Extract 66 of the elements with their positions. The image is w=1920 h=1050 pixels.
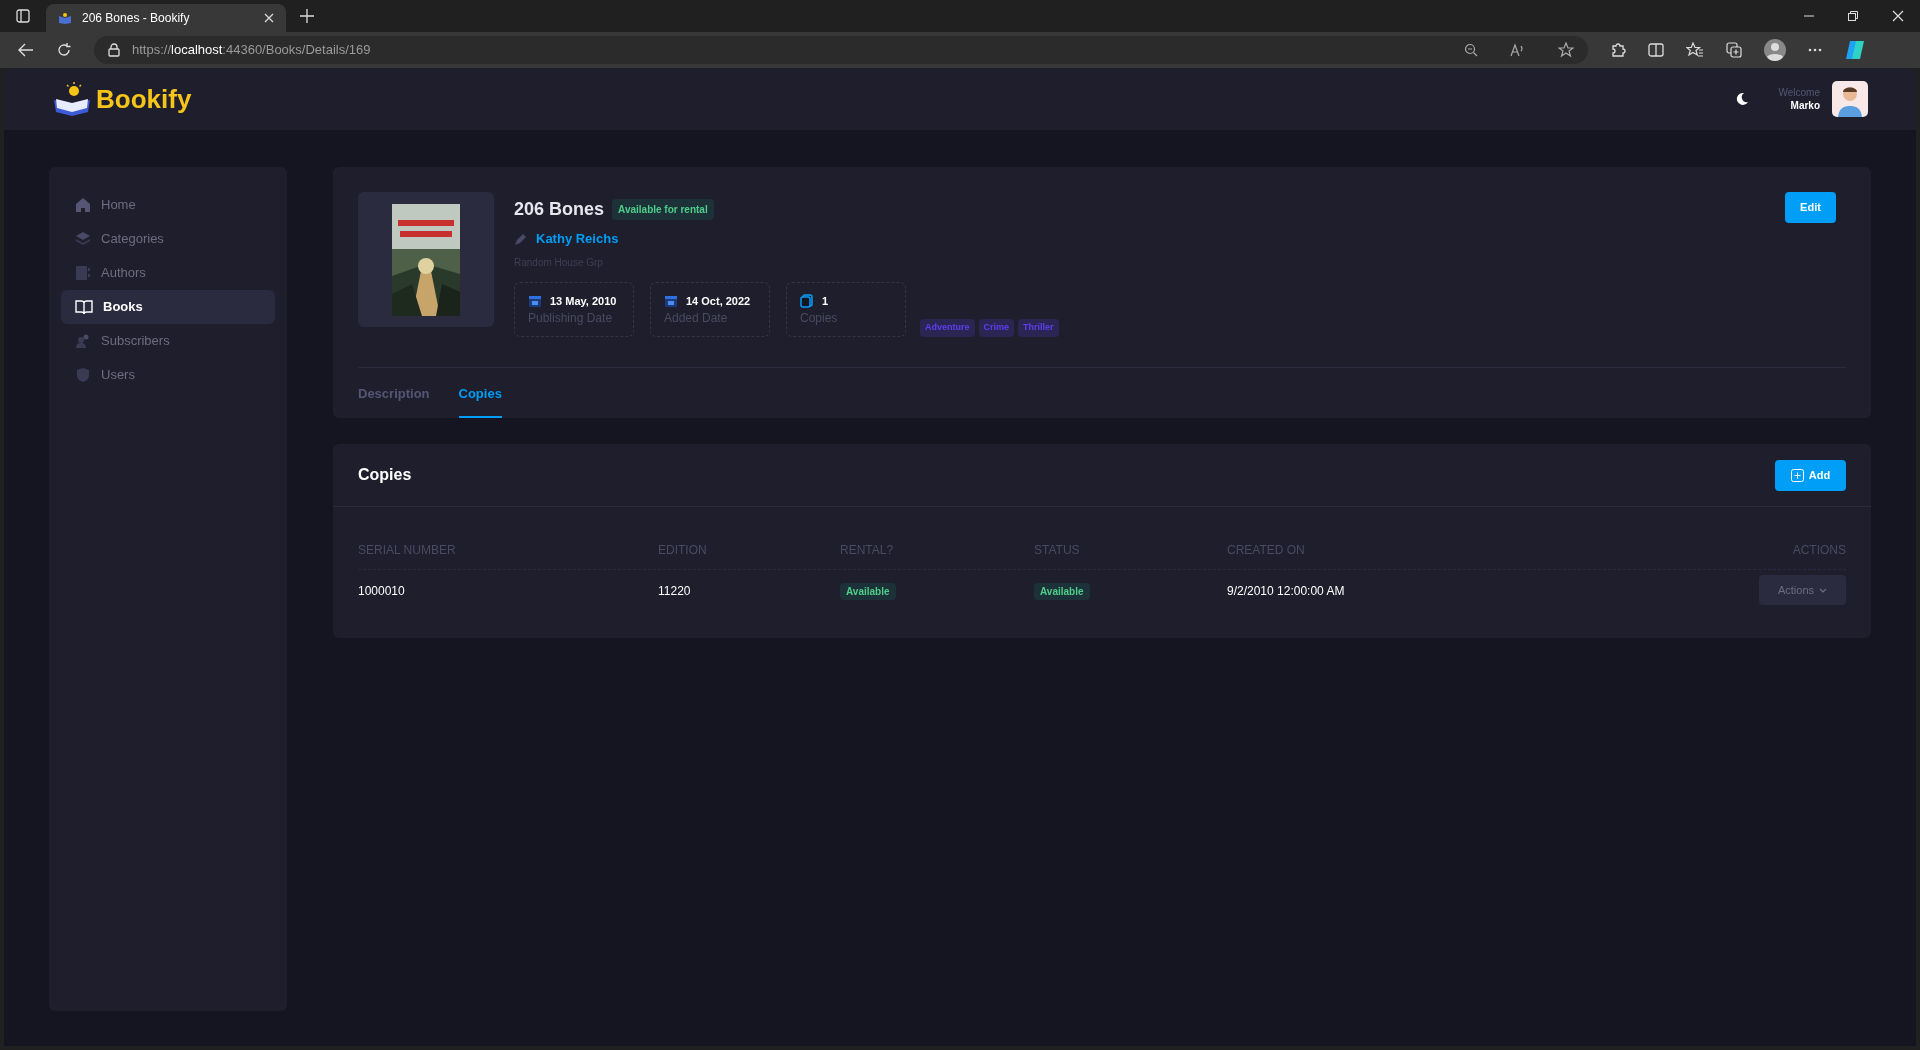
copilot-icon[interactable] [1844, 39, 1866, 61]
author-link[interactable]: Kathy Reichs [536, 229, 619, 249]
table-cell: 11220 [658, 584, 691, 598]
pen-icon [514, 231, 528, 246]
add-icon [1790, 468, 1804, 482]
table-cell: 1000010 [358, 584, 405, 598]
layers-icon [75, 231, 91, 247]
user-name: Marko [1790, 99, 1820, 112]
stat-value: 13 May, 2010 [550, 293, 617, 309]
actions-dropdown[interactable]: Actions [1759, 575, 1846, 605]
collections-icon[interactable] [1726, 42, 1742, 58]
genre-tag: Adventure [920, 319, 975, 337]
open-book-icon [75, 299, 93, 315]
calendar-icon [528, 293, 542, 308]
close-icon[interactable] [264, 13, 274, 23]
restore-icon[interactable] [1848, 11, 1858, 21]
add-button[interactable]: Add [1775, 459, 1846, 491]
moon-icon[interactable] [1734, 92, 1749, 106]
stat-value: 14 Oct, 2022 [686, 293, 751, 309]
split-screen-icon[interactable] [1648, 43, 1664, 57]
favorites-icon[interactable] [1686, 42, 1704, 58]
tab-actions-icon[interactable] [16, 9, 30, 23]
more-icon[interactable] [1808, 48, 1822, 52]
sidebar-item[interactable]: Home [61, 188, 275, 222]
book-title: 206 Bones [514, 198, 605, 221]
status-badge: Available [840, 583, 896, 600]
address-book-icon [75, 265, 91, 281]
status-badge: Available [1034, 583, 1090, 600]
url-text: https://localhost:44360/Books/Details/169 [132, 41, 372, 60]
stat-value: 1 [822, 293, 829, 309]
edit-button[interactable]: Edit [1785, 192, 1836, 223]
lock-icon [108, 43, 120, 57]
copy-icon [800, 293, 814, 308]
welcome-label: Welcome [1778, 86, 1820, 99]
tab[interactable]: Description [358, 383, 430, 418]
avatar[interactable] [1832, 81, 1868, 117]
sidebar-item[interactable]: Subscribers [61, 324, 275, 358]
home-icon [75, 197, 91, 213]
star-icon[interactable] [1558, 42, 1574, 58]
zoom-out-icon[interactable] [1464, 43, 1478, 57]
genre-tag: Thriller [1018, 319, 1059, 337]
users-icon [75, 333, 91, 349]
calendar-icon [664, 293, 678, 308]
reload-icon[interactable] [56, 42, 72, 58]
chevron-down-icon [1819, 587, 1828, 593]
back-icon[interactable] [18, 43, 34, 57]
sidebar-item[interactable]: Books [61, 290, 275, 324]
read-aloud-icon[interactable] [1510, 43, 1526, 57]
sidebar-item[interactable]: Categories [61, 222, 275, 256]
sidebar-item[interactable]: Users [61, 358, 275, 392]
address-bar[interactable]: https://localhost:44360/Books/Details/169 [94, 36, 1588, 64]
close-icon[interactable] [1892, 10, 1904, 22]
browser-tab[interactable]: 206 Bones - Bookify [46, 4, 286, 32]
shield-icon [75, 367, 91, 383]
tab[interactable]: Copies [458, 383, 502, 418]
profile-icon[interactable] [1764, 39, 1786, 61]
genre-tag: Crime [978, 319, 1015, 337]
table-cell: 9/2/2010 12:00:00 AM [1227, 584, 1345, 598]
sidebar-item[interactable]: Authors [61, 256, 275, 290]
extension-icon[interactable] [1610, 42, 1626, 58]
book-icon [58, 12, 72, 24]
status-badge: Available for rental [612, 199, 714, 220]
card-title: Copies [358, 465, 412, 485]
new-tab-icon[interactable] [300, 9, 314, 23]
logo-icon[interactable] [52, 82, 92, 116]
logo-text[interactable]: Bookify [96, 79, 192, 119]
